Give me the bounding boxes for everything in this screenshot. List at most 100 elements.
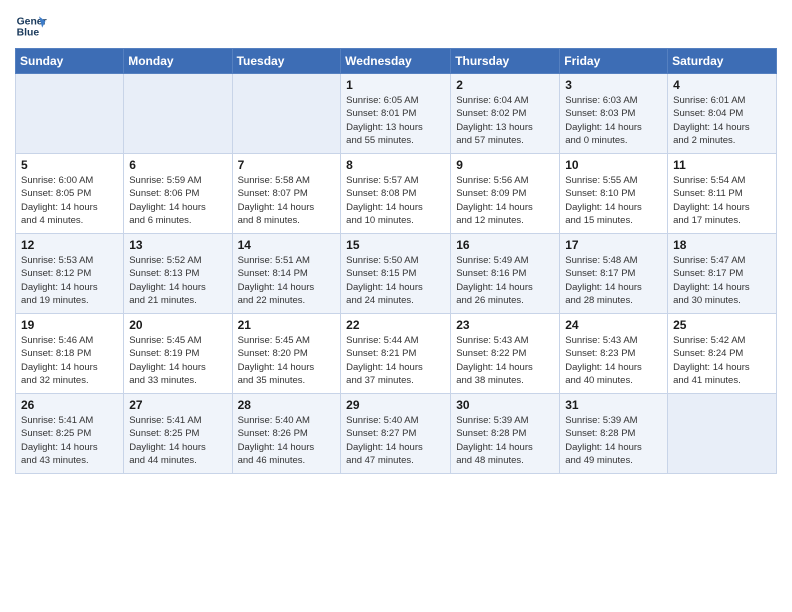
- day-number: 26: [21, 398, 118, 412]
- day-number: 29: [346, 398, 445, 412]
- day-number: 16: [456, 238, 554, 252]
- calendar-cell: 29 Sunrise: 5:40 AM Sunset: 8:27 PM Dayli…: [341, 394, 451, 474]
- day-number: 5: [21, 158, 118, 172]
- header-row: SundayMondayTuesdayWednesdayThursdayFrid…: [16, 49, 777, 74]
- calendar-cell: 13Sunrise: 5:52 AM Sunset: 8:13 PM Dayli…: [124, 234, 232, 314]
- calendar-cell: 12 Sunrise: 5:53 AM Sunset: 8:12 PM Dayli…: [16, 234, 124, 314]
- day-info: Sunrise: 6:00 AM Sunset: 8:05 PM Dayligh…: [21, 174, 118, 227]
- calendar-cell: 22 Sunrise: 5:44 AM Sunset: 8:21 PM Dayli…: [341, 314, 451, 394]
- day-number: 17: [565, 238, 662, 252]
- day-number: 28: [238, 398, 336, 412]
- calendar-cell: 3 Sunrise: 6:03 AM Sunset: 8:03 PM Daylig…: [560, 74, 668, 154]
- day-number: 14: [238, 238, 336, 252]
- calendar-cell: 17 Sunrise: 5:48 AM Sunset: 8:17 PM Dayli…: [560, 234, 668, 314]
- col-header-wednesday: Wednesday: [341, 49, 451, 74]
- calendar-cell: 15 Sunrise: 5:50 AM Sunset: 8:15 PM Dayli…: [341, 234, 451, 314]
- day-info: Sunrise: 5:50 AM Sunset: 8:15 PM Dayligh…: [346, 254, 445, 307]
- day-number: 23: [456, 318, 554, 332]
- calendar-cell: 23 Sunrise: 5:43 AM Sunset: 8:22 PM Dayli…: [451, 314, 560, 394]
- day-info: Sunrise: 5:58 AM Sunset: 8:07 PM Dayligh…: [238, 174, 336, 227]
- day-info: Sunrise: 5:41 AM Sunset: 8:25 PM Dayligh…: [129, 414, 226, 467]
- col-header-sunday: Sunday: [16, 49, 124, 74]
- week-row-4: 19Sunrise: 5:46 AM Sunset: 8:18 PM Dayli…: [16, 314, 777, 394]
- logo-icon: General Blue: [15, 10, 47, 42]
- svg-text:Blue: Blue: [17, 28, 40, 39]
- calendar-cell: 4 Sunrise: 6:01 AM Sunset: 8:04 PM Daylig…: [668, 74, 777, 154]
- day-info: Sunrise: 6:04 AM Sunset: 8:02 PM Dayligh…: [456, 94, 554, 147]
- calendar-cell: 18 Sunrise: 5:47 AM Sunset: 8:17 PM Dayli…: [668, 234, 777, 314]
- calendar-cell: 26 Sunrise: 5:41 AM Sunset: 8:25 PM Dayli…: [16, 394, 124, 474]
- day-number: 22: [346, 318, 445, 332]
- day-info: Sunrise: 5:51 AM Sunset: 8:14 PM Dayligh…: [238, 254, 336, 307]
- header: General Blue: [15, 10, 777, 42]
- calendar-cell: [124, 74, 232, 154]
- day-info: Sunrise: 6:03 AM Sunset: 8:03 PM Dayligh…: [565, 94, 662, 147]
- calendar-cell: 5 Sunrise: 6:00 AM Sunset: 8:05 PM Daylig…: [16, 154, 124, 234]
- col-header-saturday: Saturday: [668, 49, 777, 74]
- day-info: Sunrise: 5:43 AM Sunset: 8:23 PM Dayligh…: [565, 334, 662, 387]
- week-row-2: 5 Sunrise: 6:00 AM Sunset: 8:05 PM Daylig…: [16, 154, 777, 234]
- day-info: Sunrise: 5:53 AM Sunset: 8:12 PM Dayligh…: [21, 254, 118, 307]
- day-info: Sunrise: 5:49 AM Sunset: 8:16 PM Dayligh…: [456, 254, 554, 307]
- day-number: 8: [346, 158, 445, 172]
- day-info: Sunrise: 5:55 AM Sunset: 8:10 PM Dayligh…: [565, 174, 662, 227]
- day-number: 20: [129, 318, 226, 332]
- day-number: 6: [129, 158, 226, 172]
- calendar-cell: [232, 74, 341, 154]
- day-info: Sunrise: 5:45 AM Sunset: 8:19 PM Dayligh…: [129, 334, 226, 387]
- day-info: Sunrise: 5:40 AM Sunset: 8:26 PM Dayligh…: [238, 414, 336, 467]
- calendar-cell: 1Sunrise: 6:05 AM Sunset: 8:01 PM Daylig…: [341, 74, 451, 154]
- calendar-cell: 19Sunrise: 5:46 AM Sunset: 8:18 PM Dayli…: [16, 314, 124, 394]
- calendar-cell: 28 Sunrise: 5:40 AM Sunset: 8:26 PM Dayli…: [232, 394, 341, 474]
- col-header-monday: Monday: [124, 49, 232, 74]
- day-number: 3: [565, 78, 662, 92]
- calendar-cell: 16 Sunrise: 5:49 AM Sunset: 8:16 PM Dayli…: [451, 234, 560, 314]
- day-info: Sunrise: 5:56 AM Sunset: 8:09 PM Dayligh…: [456, 174, 554, 227]
- day-info: Sunrise: 5:46 AM Sunset: 8:18 PM Dayligh…: [21, 334, 118, 387]
- day-info: Sunrise: 5:41 AM Sunset: 8:25 PM Dayligh…: [21, 414, 118, 467]
- day-number: 2: [456, 78, 554, 92]
- calendar-cell: 20 Sunrise: 5:45 AM Sunset: 8:19 PM Dayli…: [124, 314, 232, 394]
- calendar-cell: 2 Sunrise: 6:04 AM Sunset: 8:02 PM Daylig…: [451, 74, 560, 154]
- day-number: 27: [129, 398, 226, 412]
- calendar-cell: 7Sunrise: 5:58 AM Sunset: 8:07 PM Daylig…: [232, 154, 341, 234]
- day-info: Sunrise: 5:57 AM Sunset: 8:08 PM Dayligh…: [346, 174, 445, 227]
- day-number: 4: [673, 78, 771, 92]
- week-row-5: 26 Sunrise: 5:41 AM Sunset: 8:25 PM Dayli…: [16, 394, 777, 474]
- day-number: 9: [456, 158, 554, 172]
- day-number: 24: [565, 318, 662, 332]
- col-header-tuesday: Tuesday: [232, 49, 341, 74]
- day-info: Sunrise: 5:39 AM Sunset: 8:28 PM Dayligh…: [456, 414, 554, 467]
- day-info: Sunrise: 5:59 AM Sunset: 8:06 PM Dayligh…: [129, 174, 226, 227]
- day-info: Sunrise: 5:45 AM Sunset: 8:20 PM Dayligh…: [238, 334, 336, 387]
- day-number: 30: [456, 398, 554, 412]
- day-info: Sunrise: 6:05 AM Sunset: 8:01 PM Dayligh…: [346, 94, 445, 147]
- day-info: Sunrise: 5:52 AM Sunset: 8:13 PM Dayligh…: [129, 254, 226, 307]
- week-row-3: 12 Sunrise: 5:53 AM Sunset: 8:12 PM Dayli…: [16, 234, 777, 314]
- day-number: 31: [565, 398, 662, 412]
- calendar-cell: 21 Sunrise: 5:45 AM Sunset: 8:20 PM Dayli…: [232, 314, 341, 394]
- day-number: 21: [238, 318, 336, 332]
- calendar-cell: 14 Sunrise: 5:51 AM Sunset: 8:14 PM Dayli…: [232, 234, 341, 314]
- day-info: Sunrise: 5:44 AM Sunset: 8:21 PM Dayligh…: [346, 334, 445, 387]
- day-number: 12: [21, 238, 118, 252]
- calendar-table: SundayMondayTuesdayWednesdayThursdayFrid…: [15, 48, 777, 474]
- col-header-friday: Friday: [560, 49, 668, 74]
- week-row-1: 1Sunrise: 6:05 AM Sunset: 8:01 PM Daylig…: [16, 74, 777, 154]
- calendar-cell: [668, 394, 777, 474]
- day-info: Sunrise: 5:42 AM Sunset: 8:24 PM Dayligh…: [673, 334, 771, 387]
- day-number: 15: [346, 238, 445, 252]
- calendar-cell: 9 Sunrise: 5:56 AM Sunset: 8:09 PM Daylig…: [451, 154, 560, 234]
- calendar-cell: 11Sunrise: 5:54 AM Sunset: 8:11 PM Dayli…: [668, 154, 777, 234]
- day-info: Sunrise: 5:39 AM Sunset: 8:28 PM Dayligh…: [565, 414, 662, 467]
- day-number: 11: [673, 158, 771, 172]
- day-info: Sunrise: 5:43 AM Sunset: 8:22 PM Dayligh…: [456, 334, 554, 387]
- day-info: Sunrise: 5:47 AM Sunset: 8:17 PM Dayligh…: [673, 254, 771, 307]
- day-info: Sunrise: 5:40 AM Sunset: 8:27 PM Dayligh…: [346, 414, 445, 467]
- day-number: 18: [673, 238, 771, 252]
- day-info: Sunrise: 5:48 AM Sunset: 8:17 PM Dayligh…: [565, 254, 662, 307]
- col-header-thursday: Thursday: [451, 49, 560, 74]
- day-number: 10: [565, 158, 662, 172]
- calendar-cell: 24 Sunrise: 5:43 AM Sunset: 8:23 PM Dayli…: [560, 314, 668, 394]
- day-info: Sunrise: 6:01 AM Sunset: 8:04 PM Dayligh…: [673, 94, 771, 147]
